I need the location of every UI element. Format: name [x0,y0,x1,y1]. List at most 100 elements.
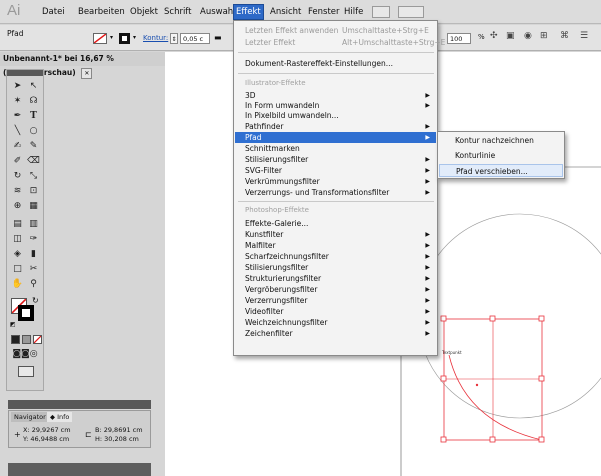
menu-item-videofilter[interactable]: Videofilter ▶ [235,306,436,317]
paintbrush-tool-icon[interactable]: ✍ [10,140,25,153]
menu-item-pathfinder[interactable]: Pathfinder ▶ [235,121,436,132]
hand-tool-icon[interactable]: ✋ [10,278,25,291]
menu-item-last-effect-apply: Letzten Effekt anwenden Umschalttaste+Str… [245,26,429,35]
graph-tool-icon[interactable]: ▮ [26,248,41,261]
menu-item-verzerrungs-transformationsfilter[interactable]: Verzerrungs- und Transformationsfilter ▶ [235,187,436,198]
color-mode-icon[interactable] [11,335,20,344]
menu-bearbeiten[interactable]: Bearbeiten [76,5,127,19]
menu-item-stilisierungsfilter[interactable]: Stilisierungsfilter ▶ [235,154,436,165]
stroke-dropdown-icon[interactable]: ▾ [133,34,136,41]
pen-tool-icon[interactable]: ✒ [10,110,25,123]
submenu-item-konturlinie[interactable]: Konturlinie [439,149,563,162]
menu-item-verzerrungsfilter[interactable]: Verzerrungsfilter ▶ [235,295,436,306]
eraser-tool-icon[interactable]: ⌫ [26,155,41,168]
gradient-tool-icon[interactable]: ◫ [10,233,25,246]
close-tab-icon[interactable]: ✕ [81,68,93,79]
rotate-tool-icon[interactable]: ↻ [10,170,25,183]
stroke-profile-icon[interactable]: ▬ [214,33,222,42]
align-icon[interactable]: ◉ [524,31,532,41]
none-mode-icon[interactable] [33,335,42,344]
collapsed-panel-dock[interactable] [8,463,151,476]
artboard-tool-icon[interactable]: □ [10,263,25,276]
shape-builder-tool-icon[interactable]: ⊕ [10,200,25,213]
drawing-modes-icon[interactable]: ◙◙◎ [10,348,40,361]
opacity-field[interactable]: 100 [447,33,471,44]
arrange-documents-icon[interactable] [398,6,424,18]
bridge-icon[interactable] [372,6,390,18]
magic-wand-tool-icon[interactable]: ✶ [10,95,25,108]
submenu-arrow-icon: ▶ [425,167,430,174]
submenu-arrow-icon: ▶ [425,275,430,282]
menu-item-pfad[interactable]: Pfad ▶ [235,132,436,143]
blob-brush-tool-icon[interactable]: ✐ [10,155,25,168]
default-colors-icon[interactable]: ◩ [10,321,16,328]
menu-effekt[interactable]: Effekt [233,4,264,20]
menu-item-effekte-galerie[interactable]: Effekte-Galerie... [235,218,436,229]
mesh-tool-icon[interactable]: ▥ [26,218,41,231]
selection-tool-icon[interactable]: ➤ [10,80,25,93]
slice-tool-icon[interactable]: ✂ [26,263,41,276]
menu-item-ps-stilisierungsfilter[interactable]: Stilisierungsfilter ▶ [235,262,436,273]
recolor-icon[interactable]: ✣ [490,31,498,41]
fill-swatch[interactable] [93,33,107,44]
zoom-tool-icon[interactable]: ⚲ [26,278,41,291]
menu-item-zeichenfilter[interactable]: Zeichenfilter ▶ [235,328,436,339]
menu-item-last-effect: Letzter Effekt Alt+Umschalttaste+Strg+E [245,38,446,47]
submenu-arrow-icon: ▶ [425,189,430,196]
dimensions-icon: ⊏ [85,430,92,439]
lasso-tool-icon[interactable]: ☊ [26,95,41,108]
menu-item-weichzeichnungsfilter[interactable]: Weichzeichnungsfilter ▶ [235,317,436,328]
menu-item-strukturierungsfilter[interactable]: Strukturierungsfilter ▶ [235,273,436,284]
navigator-panel-dock-header[interactable] [8,400,151,409]
screen-mode-icon[interactable] [18,366,34,377]
scale-tool-icon[interactable]: ⤡ [26,170,41,183]
eyedropper-tool-icon[interactable]: ✑ [26,233,41,246]
tools-panel-header[interactable] [7,70,43,76]
menu-item-in-pixelbild-umwandeln[interactable]: In Pixelbild umwandeln... [235,110,436,121]
direct-selection-tool-icon[interactable]: ↖ [26,80,41,93]
pencil-tool-icon[interactable]: ✎ [26,140,41,153]
stroke-label[interactable]: Kontur: [143,34,168,42]
menu-fenster[interactable]: Fenster [306,5,342,19]
document-setup-icon[interactable]: ▣ [506,31,515,41]
document-tab[interactable]: Unbenannt-1* bei 16,67 % (CMYK/Vorschau)… [0,52,165,79]
perspective-grid-tool-icon[interactable]: ▤ [10,218,25,231]
submenu-item-pfad-verschieben[interactable]: Pfad verschieben... [439,164,563,177]
blend-tool-icon[interactable]: ◈ [10,248,25,261]
menu-item-scharfzeichnungsfilter[interactable]: Scharfzeichnungsfilter ▶ [235,251,436,262]
stroke-color-swatch[interactable] [18,305,34,321]
submenu-arrow-icon: ▶ [425,330,430,337]
stroke-weight-field[interactable]: 0,05 c [180,33,210,44]
menu-item-malfilter[interactable]: Malfilter ▶ [235,240,436,251]
swap-colors-icon[interactable]: ↻ [32,296,39,305]
panel-menu-icon[interactable]: ☰ [580,31,588,41]
menu-datei[interactable]: Datei [40,5,67,19]
menu-item-doc-raster-settings[interactable]: Dokument-Rastereffekt-Einstellungen... [235,58,436,69]
stroke-stepper[interactable]: ⇕ [170,33,178,44]
submenu-item-kontur-nachzeichnen[interactable]: Kontur nachzeichnen [439,134,563,147]
ellipse-tool-icon[interactable]: ○ [26,125,41,138]
menu-auswahl[interactable]: Auswahl [198,5,238,19]
menu-objekt[interactable]: Objekt [128,5,160,19]
live-paint-tool-icon[interactable]: ▦ [26,200,41,213]
crosshair-icon: + [14,430,21,439]
isolate-icon[interactable]: ⌘ [560,31,569,41]
fill-dropdown-icon[interactable]: ▾ [110,34,113,41]
transform-icon[interactable]: ⊞ [540,31,548,41]
menu-hilfe[interactable]: Hilfe [342,5,365,19]
menu-item-vergroeberungsfilter[interactable]: Vergröberungsfilter ▶ [235,284,436,295]
free-transform-tool-icon[interactable]: ⊡ [26,185,41,198]
menu-item-schnittmarken[interactable]: Schnittmarken [235,143,436,154]
stroke-swatch[interactable] [119,33,130,44]
menu-item-svg-filter[interactable]: SVG-Filter ▶ [235,165,436,176]
tab-navigator[interactable]: Navigator [11,412,49,422]
type-tool-icon[interactable]: T [26,110,41,123]
tab-info[interactable]: ◆ Info [47,412,73,422]
line-tool-icon[interactable]: ╲ [10,125,25,138]
menu-item-verkruemmungsfilter[interactable]: Verkrümmungsfilter ▶ [235,176,436,187]
menu-schrift[interactable]: Schrift [162,5,194,19]
menu-ansicht[interactable]: Ansicht [268,5,303,19]
menu-item-kunstfilter[interactable]: Kunstfilter ▶ [235,229,436,240]
gradient-mode-icon[interactable] [22,335,31,344]
warp-tool-icon[interactable]: ≋ [10,185,25,198]
